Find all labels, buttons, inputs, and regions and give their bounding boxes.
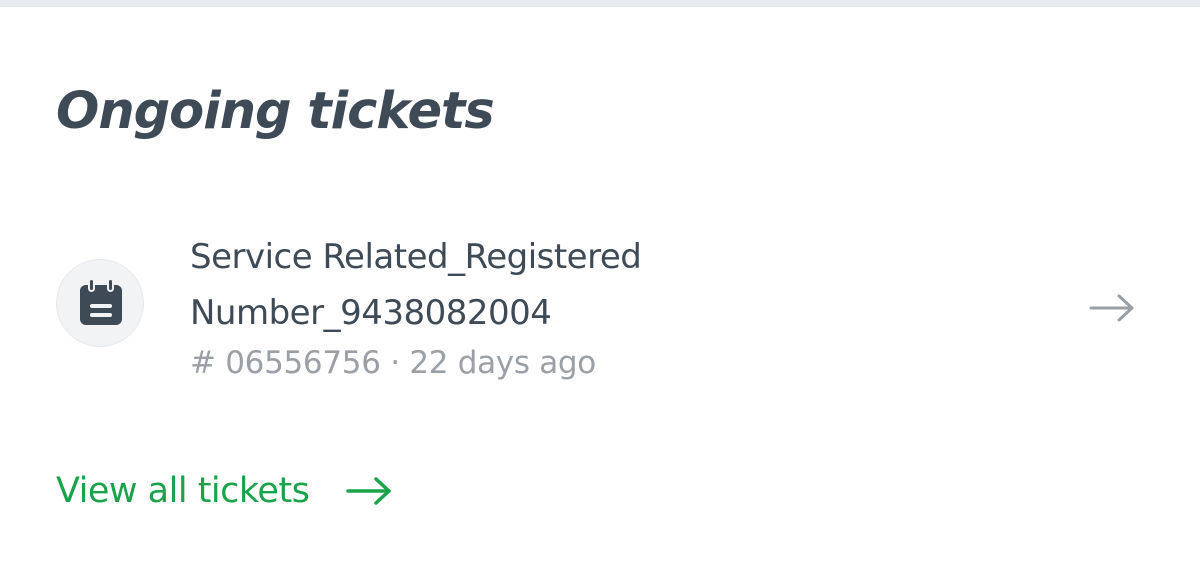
ticket-title: Service Related_Registered Number_943808… xyxy=(190,237,642,333)
section-title: Ongoing tickets xyxy=(56,82,495,141)
ticket-meta: # 06556756 · 22 days ago xyxy=(190,345,596,381)
meta-separator: · xyxy=(390,345,400,381)
ticket-icon-container xyxy=(56,259,144,347)
arrow-right-icon[interactable] xyxy=(1088,293,1136,323)
view-all-arrow-icon xyxy=(345,476,393,506)
ticket-age: 22 days ago xyxy=(409,345,596,381)
view-all-tickets-label: View all tickets xyxy=(56,471,310,511)
calendar-icon xyxy=(80,278,122,325)
ticket-list-item[interactable]: Service Related_Registered Number_943808… xyxy=(0,215,1200,395)
top-divider-strip xyxy=(0,0,1200,7)
ticket-number: # 06556756 xyxy=(190,345,381,381)
view-all-tickets-link[interactable]: View all tickets xyxy=(56,466,393,516)
